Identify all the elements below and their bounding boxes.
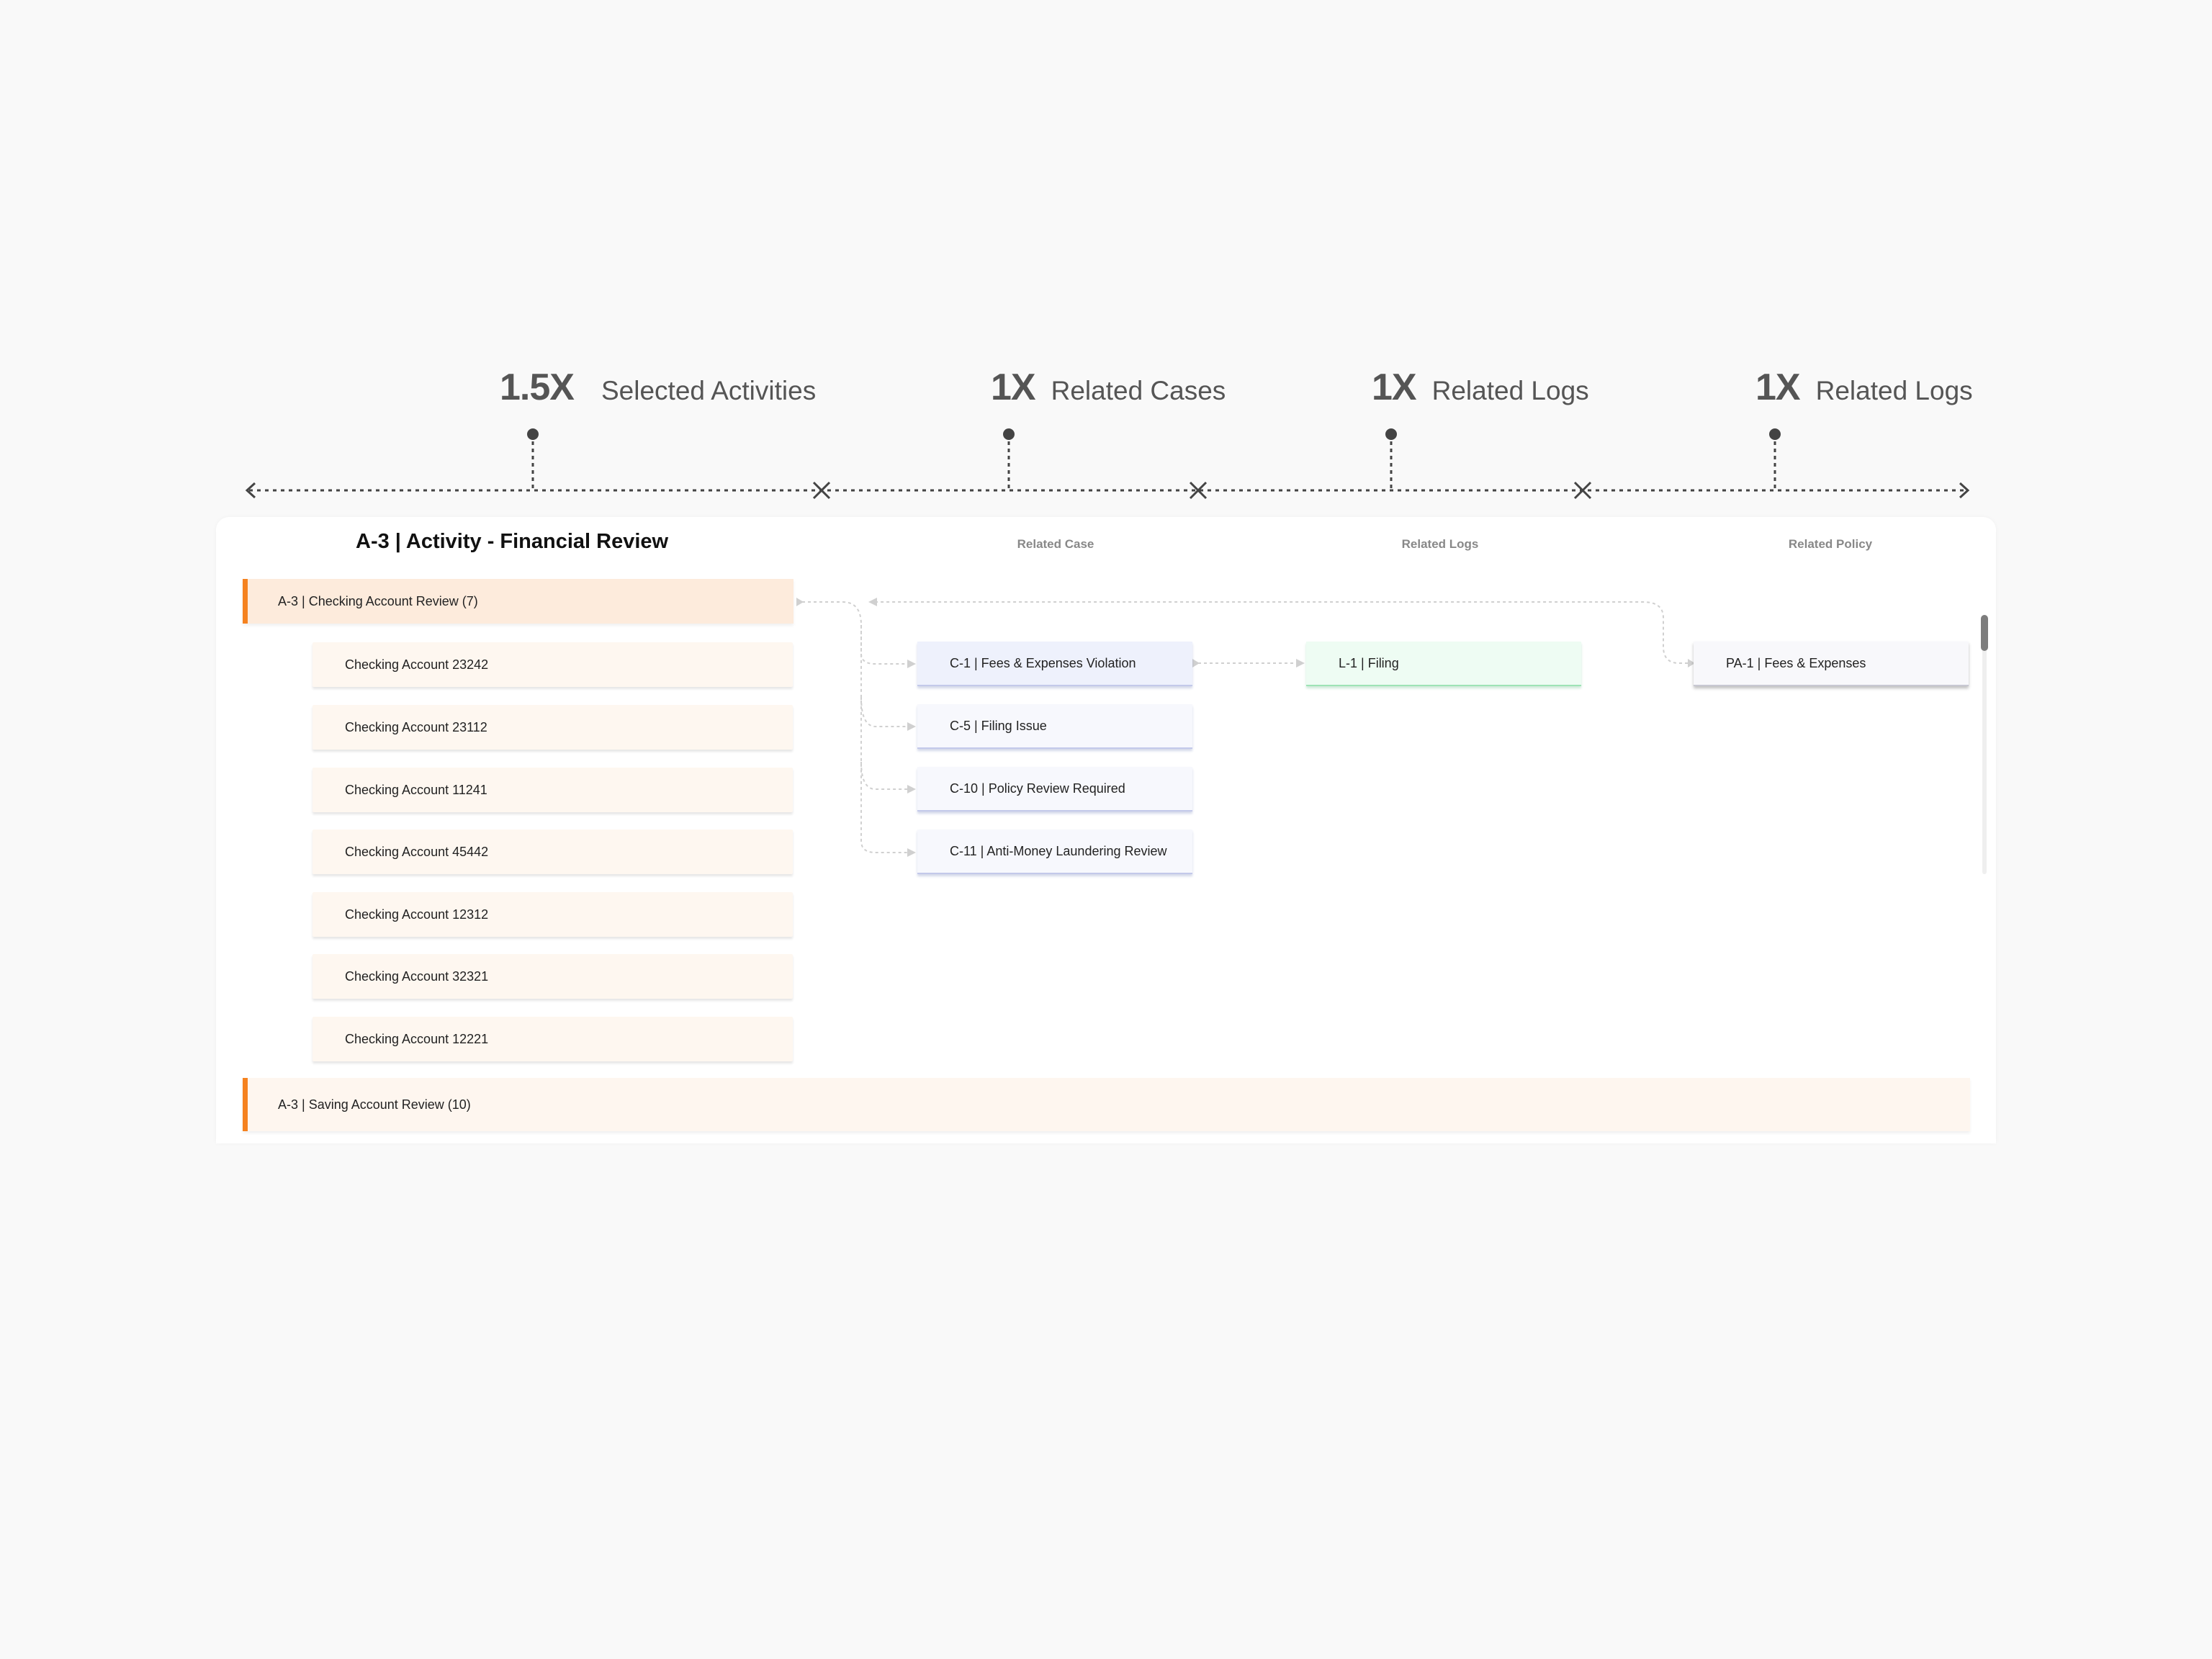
related-policy-item[interactable]: PA-1 | Fees & Expenses <box>1694 642 1969 686</box>
activity-item[interactable]: Checking Account 23112 <box>313 705 793 750</box>
vertical-scrollbar[interactable] <box>1981 615 1988 874</box>
activity-item-label: Checking Account 12221 <box>345 1031 489 1046</box>
activity-item-label: Checking Account 11241 <box>345 782 487 797</box>
related-case-label: C-5 | Filing Issue <box>950 718 1047 733</box>
related-case-item[interactable]: C-10 | Policy Review Required <box>917 767 1192 811</box>
related-log-label: L-1 | Filing <box>1339 655 1399 670</box>
activity-item-label: Checking Account 32321 <box>345 968 489 984</box>
pin-dot-icon <box>527 428 539 440</box>
ruler-divider-x-icon <box>812 481 831 500</box>
connector-to-case-5 <box>860 696 907 727</box>
connector-group-to-cases <box>796 601 907 853</box>
activity-item[interactable]: Checking Account 45442 <box>313 830 793 874</box>
pin-dot-icon <box>1003 428 1015 440</box>
activity-item[interactable]: Checking Account 32321 <box>313 954 793 999</box>
activity-group-label: A-3 | Saving Account Review (10) <box>278 1097 471 1112</box>
activity-group-label: A-3 | Checking Account Review (7) <box>278 593 478 608</box>
related-log-item[interactable]: L-1 | Filing <box>1306 642 1581 686</box>
scrollbar-thumb[interactable] <box>1981 615 1988 651</box>
arrowhead-icon <box>796 598 804 606</box>
activity-item-label: Checking Account 23112 <box>345 719 487 734</box>
activity-item[interactable]: Checking Account 12312 <box>313 892 793 937</box>
related-policy-label: PA-1 | Fees & Expenses <box>1726 655 1866 670</box>
related-case-label: C-11 | Anti-Money Laundering Review <box>950 843 1167 858</box>
activity-item-label: Checking Account 12312 <box>345 907 489 922</box>
arrowhead-icon <box>907 660 916 668</box>
activity-card: A-3 | Activity - Financial Review Relate… <box>216 517 1996 1143</box>
arrowhead-icon <box>907 722 916 731</box>
connector-to-case-1 <box>860 625 907 665</box>
activity-item[interactable]: Checking Account 11241 <box>313 768 793 812</box>
arrowhead-icon <box>868 598 877 606</box>
arrowhead-icon <box>1192 659 1200 667</box>
activity-group-saving[interactable]: A-3 | Saving Account Review (10) <box>243 1078 1970 1131</box>
related-case-label: C-1 | Fees & Expenses Violation <box>950 655 1136 670</box>
pin-dot-icon <box>1769 428 1781 440</box>
related-case-label: C-10 | Policy Review Required <box>950 781 1125 796</box>
connector-to-case-10 <box>860 761 907 790</box>
activity-item-label: Checking Account 45442 <box>345 844 489 859</box>
pin-dot-icon <box>1385 428 1397 440</box>
related-case-item[interactable]: C-5 | Filing Issue <box>917 704 1192 749</box>
related-case-item[interactable]: C-1 | Fees & Expenses Violation <box>917 642 1192 686</box>
arrowhead-icon <box>907 848 916 857</box>
activity-item[interactable]: Checking Account 23242 <box>313 642 793 687</box>
activity-group-checking[interactable]: A-3 | Checking Account Review (7) <box>243 579 793 624</box>
arrowhead-icon <box>1296 659 1305 667</box>
arrowhead-icon <box>907 785 916 793</box>
scrollbar-track[interactable] <box>1982 615 1987 874</box>
page: 1.5X Selected Activities 1X Related Case… <box>0 0 2212 1659</box>
activity-item[interactable]: Checking Account 12221 <box>313 1017 793 1061</box>
related-case-item[interactable]: C-11 | Anti-Money Laundering Review <box>917 830 1192 874</box>
activity-item-label: Checking Account 23242 <box>345 657 489 672</box>
